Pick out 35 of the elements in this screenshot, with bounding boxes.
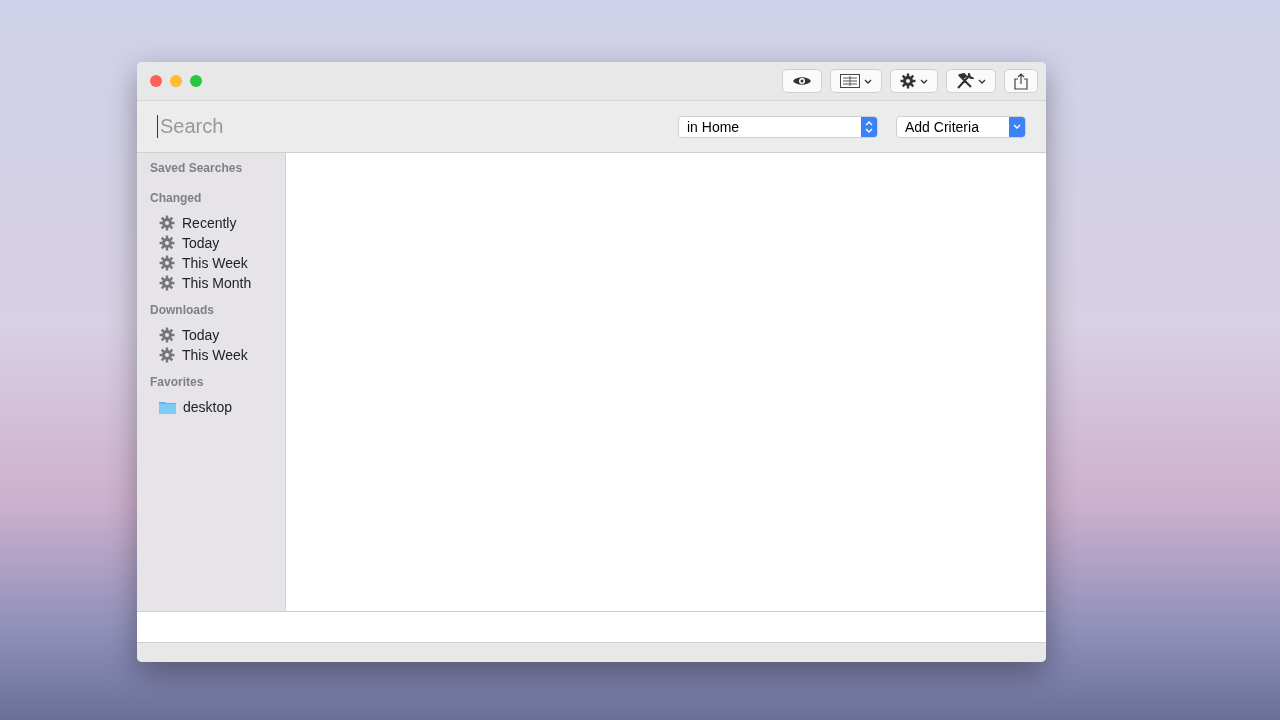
toolbar-button[interactable] xyxy=(830,69,882,93)
sidebar-item[interactable]: desktop xyxy=(183,399,233,415)
chevron-icon xyxy=(1009,116,1025,137)
dropdown[interactable]: Add Criteria xyxy=(896,115,1026,138)
section-heading: Downloads xyxy=(150,303,215,317)
share-icon xyxy=(1014,72,1028,90)
toolbar-button[interactable] xyxy=(890,69,938,93)
gear-icon xyxy=(159,215,175,231)
section-heading: Favorites xyxy=(150,375,205,389)
gear-icon xyxy=(159,327,175,343)
caret-icon xyxy=(920,78,928,84)
gear-icon xyxy=(159,255,175,271)
caret-icon xyxy=(864,78,872,84)
hammer-wrench-icon xyxy=(956,73,974,89)
search-field[interactable]: Search xyxy=(157,115,668,138)
gear-icon xyxy=(159,347,175,363)
section-heading: Changed xyxy=(150,191,203,205)
gear-icon xyxy=(159,235,175,251)
sidebar-heading: Saved Searches xyxy=(150,161,244,175)
folder-icon xyxy=(159,400,176,414)
list-view-icon xyxy=(840,74,860,88)
sidebar-item[interactable]: Today xyxy=(182,235,220,251)
sidebar-item[interactable]: Today xyxy=(182,327,220,343)
sidebar-item[interactable]: This Month xyxy=(182,275,252,291)
sidebar-item[interactable]: This Week xyxy=(182,255,248,271)
dropdown[interactable]: in Home xyxy=(678,115,878,138)
toolbar-button[interactable] xyxy=(782,69,822,93)
gear-icon xyxy=(159,275,175,291)
toolbar-button[interactable] xyxy=(946,69,996,93)
eye-icon xyxy=(792,75,812,87)
caret-icon xyxy=(978,78,986,84)
gear-icon xyxy=(900,73,916,89)
stepper-arrows-icon xyxy=(861,116,877,137)
sidebar-item[interactable]: Recently xyxy=(182,215,237,231)
sidebar-item[interactable]: This Week xyxy=(182,347,248,363)
